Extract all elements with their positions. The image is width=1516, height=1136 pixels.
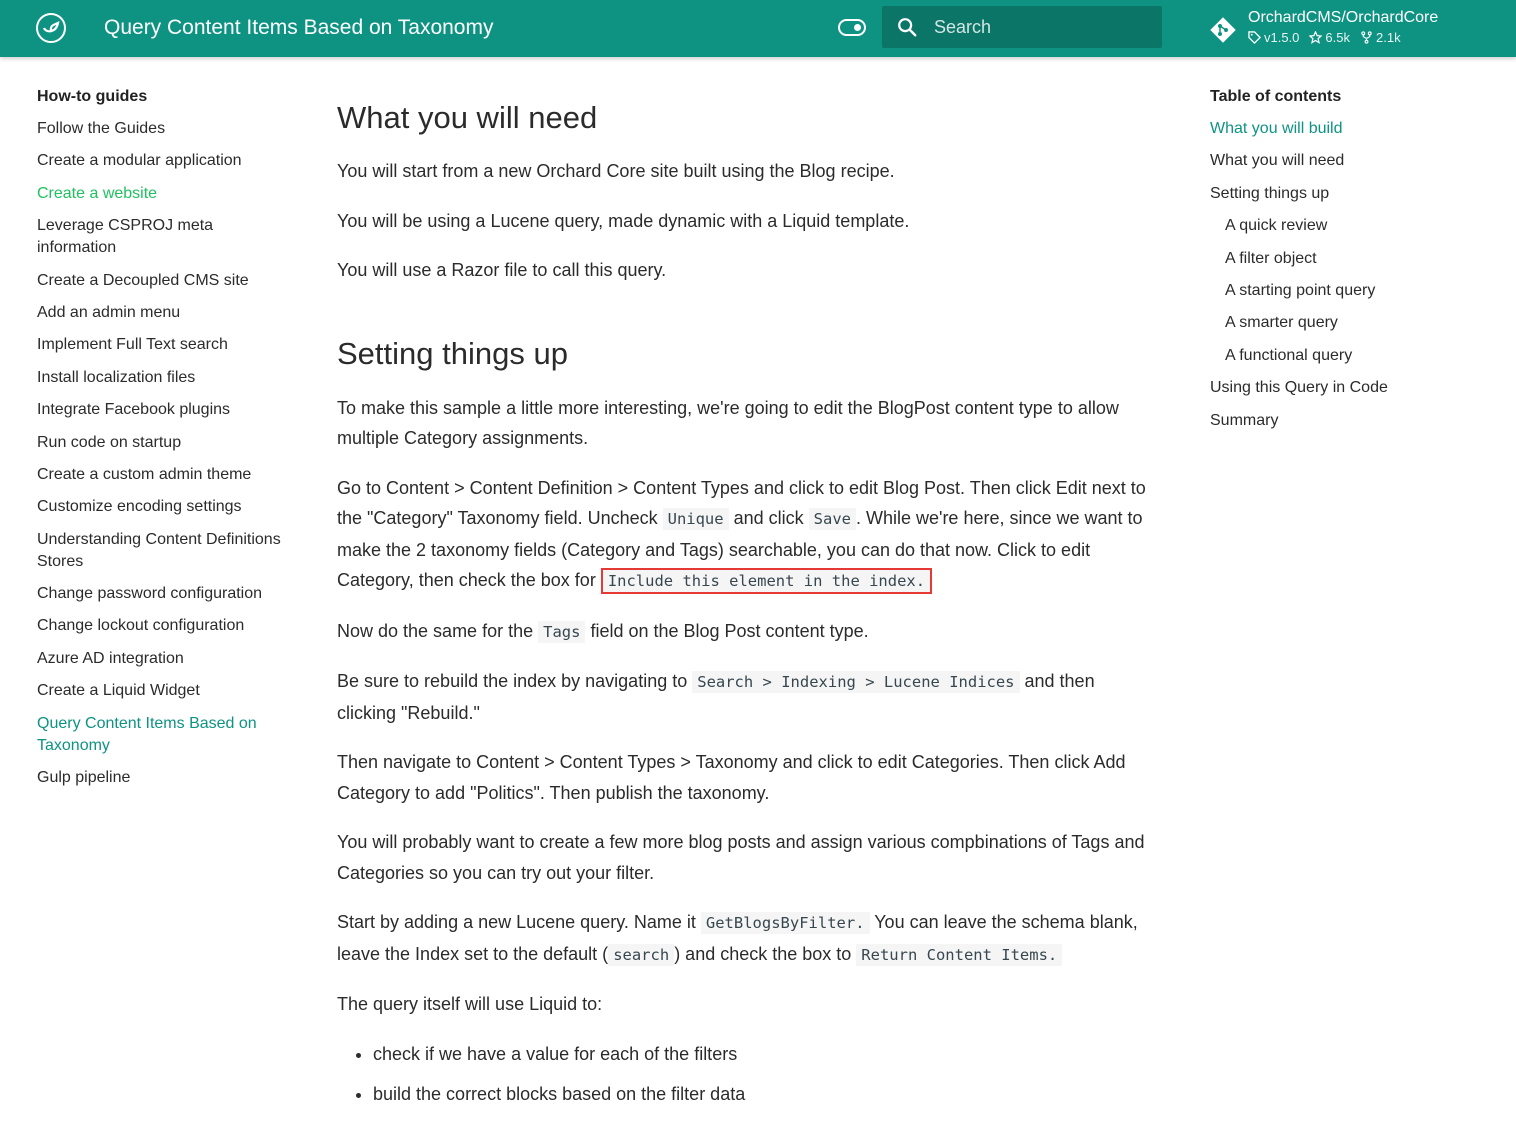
list-item: check if we have a value for each of the…: [373, 1039, 1157, 1069]
sidebar-item-gulp-pipeline[interactable]: Gulp pipeline: [37, 767, 287, 789]
paragraph-new-lucene-query: Start by adding a new Lucene query. Name…: [337, 907, 1157, 970]
toc-item-summary[interactable]: Summary: [1210, 410, 1490, 432]
heading-what-you-will-need: What you will need: [337, 100, 598, 135]
code-unique: Unique: [662, 508, 729, 530]
code-include-in-index: Include this element in the index.: [600, 568, 933, 594]
code-search-index: search: [608, 943, 675, 966]
toc-item-what-you-will-need[interactable]: What you will need: [1210, 150, 1490, 172]
code-return-content-items: Return Content Items.: [856, 943, 1063, 966]
code-save: Save: [808, 508, 856, 530]
repo-link[interactable]: OrchardCMS/OrchardCore v1.5.0 6.5k 2.1k: [1208, 8, 1508, 50]
paragraph-content-definition: Go to Content > Content Definition > Con…: [337, 473, 1157, 597]
toc-item-quick-review[interactable]: A quick review: [1210, 215, 1490, 237]
code-tags: Tags: [538, 620, 586, 643]
list-item: build the correct blocks based on the fi…: [373, 1079, 1157, 1109]
code-lucene-indices-path: Search > Indexing > Lucene Indices: [692, 671, 1020, 693]
paragraph-more-blog-posts: You will probably want to create a few m…: [337, 832, 1145, 883]
orchard-logo-icon[interactable]: [36, 13, 66, 43]
toc-item-functional-query[interactable]: A functional query: [1210, 345, 1490, 367]
toc-item-setting-things-up[interactable]: Setting things up: [1210, 183, 1490, 205]
search-box[interactable]: [882, 6, 1162, 48]
sidebar-item-custom-admin-theme[interactable]: Create a custom admin theme: [37, 464, 287, 486]
sidebar-title: How-to guides: [37, 88, 148, 105]
sidebar-item-create-website[interactable]: Create a website: [37, 183, 287, 205]
sidebar-item-liquid-widget[interactable]: Create a Liquid Widget: [37, 680, 287, 702]
sidebar-item-password-configuration[interactable]: Change password configuration: [37, 583, 287, 605]
paragraph-razor-file: You will use a Razor file to call this q…: [337, 260, 667, 280]
top-header: Query Content Items Based on Taxonomy Or…: [0, 0, 1516, 57]
tag-icon: [1248, 31, 1261, 44]
paragraph-lucene-query: You will be using a Lucene query, made d…: [337, 210, 910, 231]
text-segment: Now do the same for the: [337, 620, 539, 641]
paragraph-blog-recipe: You will start from a new Orchard Core s…: [337, 161, 895, 181]
code-query-name: GetBlogsByFilter.: [700, 912, 870, 934]
toc-item-smarter-query[interactable]: A smarter query: [1210, 312, 1490, 334]
search-icon: [898, 18, 917, 37]
liquid-steps-list: check if we have a value for each of the…: [337, 1039, 1157, 1109]
toc-item-filter-object[interactable]: A filter object: [1210, 248, 1490, 270]
repo-stars: 6.5k: [1309, 30, 1350, 45]
paragraph-edit-blogpost: To make this sample a little more intere…: [337, 397, 1119, 449]
star-icon: [1309, 31, 1323, 44]
sidebar-item-lockout-configuration[interactable]: Change lockout configuration: [37, 615, 287, 637]
toc-item-starting-point-query[interactable]: A starting point query: [1210, 280, 1490, 302]
page-header-title: Query Content Items Based on Taxonomy: [104, 16, 494, 39]
sidebar-item-azure-ad[interactable]: Azure AD integration: [37, 648, 287, 670]
sidebar-item-run-code-startup[interactable]: Run code on startup: [37, 432, 287, 454]
search-input[interactable]: [934, 6, 1154, 48]
git-icon: [1210, 17, 1236, 43]
paragraph-rebuild-index: Be sure to rebuild the index by navigati…: [337, 666, 1157, 728]
repo-stars-text: 6.5k: [1325, 30, 1350, 45]
sidebar-item-encoding-settings[interactable]: Customize encoding settings: [37, 496, 287, 518]
repo-version: v1.5.0: [1248, 30, 1299, 45]
sidebar-item-modular-application[interactable]: Create a modular application: [37, 150, 287, 172]
repo-name: OrchardCMS/OrchardCore: [1248, 9, 1439, 26]
repo-forks: 2.1k: [1360, 30, 1401, 45]
toc-title: Table of contents: [1210, 88, 1342, 105]
text-segment: and click: [728, 508, 809, 528]
paragraph-query-liquid: The query itself will use Liquid to:: [337, 994, 603, 1014]
sidebar-item-full-text-search[interactable]: Implement Full Text search: [37, 334, 287, 356]
sidebar-item-content-definitions-stores[interactable]: Understanding Content Definitions Stores: [37, 529, 287, 573]
sidebar-item-admin-menu[interactable]: Add an admin menu: [37, 302, 287, 324]
sidebar-item-decoupled-cms[interactable]: Create a Decoupled CMS site: [37, 270, 287, 292]
sidebar-nav: How-to guides Follow the Guides Create a…: [37, 86, 287, 799]
heading-setting-things-up: Setting things up: [337, 335, 568, 371]
theme-toggle-icon[interactable]: [838, 19, 866, 36]
toc-item-what-you-will-build[interactable]: What you will build: [1210, 118, 1490, 140]
sidebar-item-query-taxonomy[interactable]: Query Content Items Based on Taxonomy: [37, 713, 287, 757]
toc-item-query-in-code[interactable]: Using this Query in Code: [1210, 377, 1490, 399]
fork-icon: [1361, 31, 1372, 44]
sidebar-item-csproj-meta[interactable]: Leverage CSPROJ meta information: [37, 215, 287, 259]
paragraph-add-category: Then navigate to Content > Content Types…: [337, 752, 1126, 803]
text-segment: ) and check the box to: [674, 943, 857, 964]
sidebar-item-follow-guides[interactable]: Follow the Guides: [37, 118, 287, 140]
main-content: What you will need You will start from a…: [337, 98, 1157, 1119]
sidebar-item-localization-files[interactable]: Install localization files: [37, 367, 287, 389]
repo-forks-text: 2.1k: [1376, 30, 1401, 45]
text-segment: field on the Blog Post content type.: [585, 620, 869, 641]
table-of-contents: Table of contents What you will build Wh…: [1210, 86, 1490, 442]
paragraph-tags-field: Now do the same for the Tags field on th…: [337, 616, 1157, 648]
repo-version-text: v1.5.0: [1264, 30, 1300, 45]
text-segment: Start by adding a new Lucene query. Name…: [337, 912, 701, 932]
repo-facts: v1.5.0 6.5k 2.1k: [1248, 30, 1401, 45]
text-segment: Be sure to rebuild the index by navigati…: [337, 671, 693, 691]
sidebar-item-facebook-plugins[interactable]: Integrate Facebook plugins: [37, 399, 287, 421]
